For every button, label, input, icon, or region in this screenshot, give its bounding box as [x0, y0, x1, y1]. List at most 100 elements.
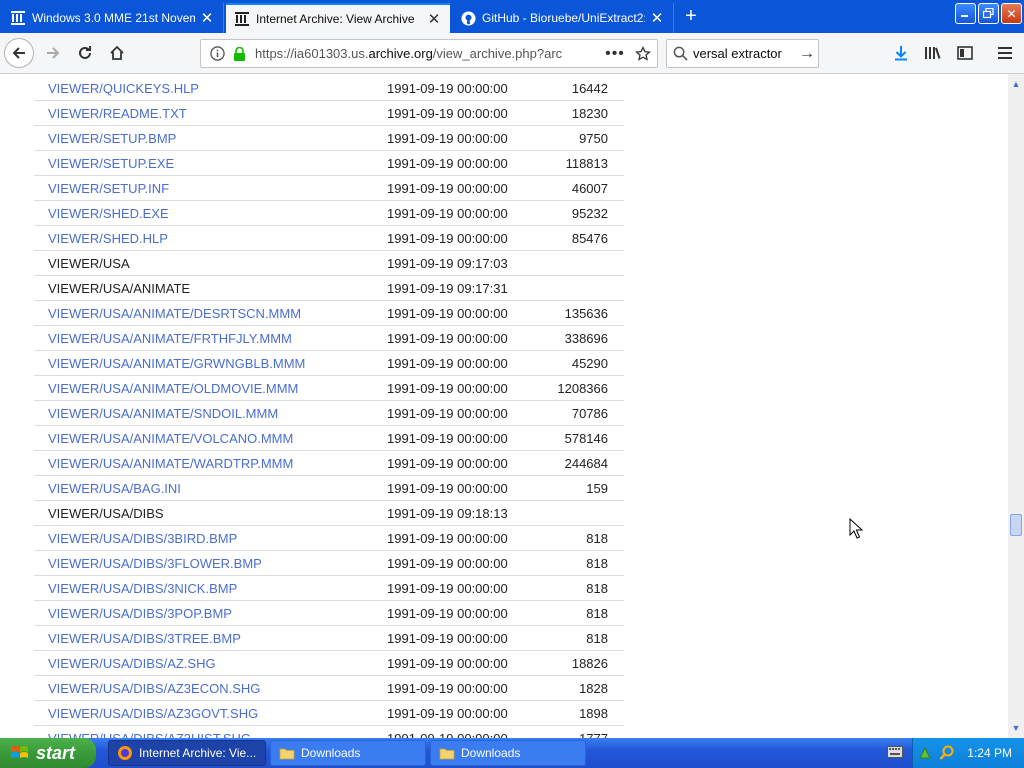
file-name[interactable]: VIEWER/USA/DIBS/3POP.BMP	[48, 606, 232, 621]
folder-icon	[279, 748, 295, 760]
tab-title: Windows 3.0 MME 21st November	[32, 11, 195, 25]
taskbar-item-internet-archive[interactable]: Internet Archive: Vie...	[108, 740, 266, 766]
restore-icon[interactable]	[978, 3, 999, 24]
file-name[interactable]: VIEWER/USA/ANIMATE/VOLCANO.MMM	[48, 431, 293, 446]
library-button[interactable]	[918, 38, 948, 68]
download-arrow-icon	[895, 46, 907, 61]
file-name: VIEWER/USA	[48, 256, 130, 271]
taskbar-item-label: Downloads	[301, 746, 361, 760]
file-name[interactable]: VIEWER/USA/ANIMATE/DESRTSCN.MMM	[48, 306, 301, 321]
keyboard-icon[interactable]	[887, 746, 903, 758]
tab-windows-30-mme[interactable]: Windows 3.0 MME 21st November ✕	[2, 3, 224, 33]
file-size: 118813	[565, 156, 608, 171]
clock: 1:24 PM	[967, 746, 1012, 760]
scroll-up-arrow-icon[interactable]: ▲	[1009, 76, 1023, 92]
file-name[interactable]: VIEWER/SHED.EXE	[48, 206, 169, 221]
info-icon[interactable]	[207, 44, 227, 64]
file-name[interactable]: VIEWER/SHED.HLP	[48, 231, 168, 246]
file-name[interactable]: VIEWER/USA/BAG.INI	[48, 481, 181, 496]
menu-button[interactable]	[990, 38, 1020, 68]
file-name[interactable]: VIEWER/USA/ANIMATE/FRTHFJLY.MMM	[48, 331, 292, 346]
file-size: 45290	[571, 356, 608, 371]
search-icon	[667, 46, 693, 61]
file-name[interactable]: VIEWER/USA/DIBS/3TREE.BMP	[48, 631, 241, 646]
address-bar[interactable]: https://ia601303.us.archive.org/view_arc…	[200, 39, 658, 68]
file-size: 95232	[571, 206, 608, 221]
file-name[interactable]: VIEWER/USA/DIBS/AZ.SHG	[48, 656, 216, 671]
file-name[interactable]: VIEWER/README.TXT	[48, 106, 187, 121]
file-size: 578146	[564, 431, 608, 446]
vertical-scrollbar[interactable]: ▲ ▼	[1008, 74, 1024, 738]
file-size: 159	[586, 481, 608, 496]
file-size: 70786	[571, 406, 608, 421]
tab-internet-archive[interactable]: Internet Archive: View Archive ✕	[226, 3, 450, 33]
home-button[interactable]	[102, 38, 132, 68]
file-date: 1991-09-19 00:00:00	[387, 81, 508, 96]
search-input[interactable]: versal extractor	[693, 46, 796, 61]
reload-button[interactable]	[70, 38, 100, 68]
file-name[interactable]: VIEWER/USA/DIBS/3NICK.BMP	[48, 581, 237, 596]
file-date: 1991-09-19 00:00:00	[387, 206, 508, 221]
file-row: VIEWER/SHED.EXE 1991-09-19 00:00:00 9523…	[34, 201, 624, 226]
file-name[interactable]: VIEWER/USA/ANIMATE/SNDOIL.MMM	[48, 406, 278, 421]
file-size: 16442	[571, 81, 608, 96]
file-row: VIEWER/USA/ANIMATE/GRWNGBLB.MMM 1991-09-…	[34, 351, 624, 376]
file-date: 1991-09-19 00:00:00	[387, 381, 508, 396]
file-name[interactable]: VIEWER/USA/DIBS/3FLOWER.BMP	[48, 556, 262, 571]
taskbar-item-downloads-2[interactable]: Downloads	[430, 740, 586, 766]
file-name[interactable]: VIEWER/USA/ANIMATE/OLDMOVIE.MMM	[48, 381, 298, 396]
file-row: VIEWER/SHED.HLP 1991-09-19 00:00:00 8547…	[34, 226, 624, 251]
back-arrow-icon	[12, 47, 25, 59]
file-size: 818	[586, 581, 608, 596]
file-name[interactable]: VIEWER/USA/DIBS/AZ3HIST.SHG	[48, 731, 251, 738]
file-name[interactable]: VIEWER/USA/ANIMATE/GRWNGBLB.MMM	[48, 356, 305, 371]
new-tab-button[interactable]: +	[678, 4, 704, 30]
file-size: 818	[586, 631, 608, 646]
page-actions-icon[interactable]: •••	[601, 45, 629, 63]
search-bar[interactable]: versal extractor →	[666, 39, 819, 68]
minimize-icon[interactable]	[955, 3, 976, 24]
back-button[interactable]	[4, 38, 34, 68]
tab-close-icon[interactable]: ✕	[649, 9, 665, 27]
taskbar-item-label: Downloads	[461, 746, 521, 760]
file-name[interactable]: VIEWER/USA/ANIMATE/WARDTRP.MMM	[48, 456, 293, 471]
forward-button[interactable]	[38, 38, 68, 68]
taskbar-item-downloads-1[interactable]: Downloads	[270, 740, 426, 766]
file-name[interactable]: VIEWER/SETUP.INF	[48, 181, 169, 196]
downloads-button[interactable]	[886, 38, 916, 68]
file-size: 18826	[571, 656, 608, 671]
mouse-cursor-icon	[849, 518, 863, 539]
file-name: VIEWER/USA/DIBS	[48, 506, 164, 521]
tab-title: Internet Archive: View Archive	[256, 12, 415, 26]
tab-close-icon[interactable]: ✕	[426, 10, 442, 28]
file-name[interactable]: VIEWER/SETUP.BMP	[48, 131, 176, 146]
file-name[interactable]: VIEWER/SETUP.EXE	[48, 156, 174, 171]
tab-github-uniextract2[interactable]: GitHub - Bioruebe/UniExtract2: Un ✕	[452, 3, 674, 33]
file-date: 1991-09-19 00:00:00	[387, 556, 508, 571]
archive-favicon-icon	[10, 10, 26, 26]
search-go-arrow-icon[interactable]: →	[796, 45, 818, 63]
file-row: VIEWER/USA/ANIMATE/DESRTSCN.MMM 1991-09-…	[34, 301, 624, 326]
close-window-icon[interactable]: ✕	[1001, 3, 1022, 24]
start-button[interactable]: start	[0, 738, 96, 768]
network-icon[interactable]	[917, 745, 933, 761]
magnifier-tray-icon[interactable]	[939, 745, 955, 761]
file-size: 244684	[564, 456, 608, 471]
bookmark-star-icon[interactable]	[629, 45, 657, 62]
file-row: VIEWER/USA/ANIMATE/WARDTRP.MMM 1991-09-1…	[34, 451, 624, 476]
sidebar-button[interactable]	[950, 38, 980, 68]
scrollbar-thumb[interactable]	[1010, 514, 1022, 536]
file-size: 9750	[579, 131, 608, 146]
file-row: VIEWER/USA/ANIMATE/SNDOIL.MMM 1991-09-19…	[34, 401, 624, 426]
firefox-icon	[118, 746, 132, 760]
file-row: VIEWER/QUICKEYS.HLP 1991-09-19 00:00:00 …	[34, 76, 624, 101]
tab-close-icon[interactable]: ✕	[199, 9, 215, 27]
file-name[interactable]: VIEWER/USA/DIBS/AZ3GOVT.SHG	[48, 706, 258, 721]
file-name[interactable]: VIEWER/USA/DIBS/3BIRD.BMP	[48, 531, 237, 546]
file-name[interactable]: VIEWER/QUICKEYS.HLP	[48, 81, 199, 96]
file-name[interactable]: VIEWER/USA/DIBS/AZ3ECON.SHG	[48, 681, 260, 696]
scroll-down-arrow-icon[interactable]: ▼	[1009, 720, 1023, 736]
file-row: VIEWER/README.TXT 1991-09-19 00:00:00 18…	[34, 101, 624, 126]
file-size: 1828	[579, 681, 608, 696]
lock-icon[interactable]	[229, 44, 249, 64]
